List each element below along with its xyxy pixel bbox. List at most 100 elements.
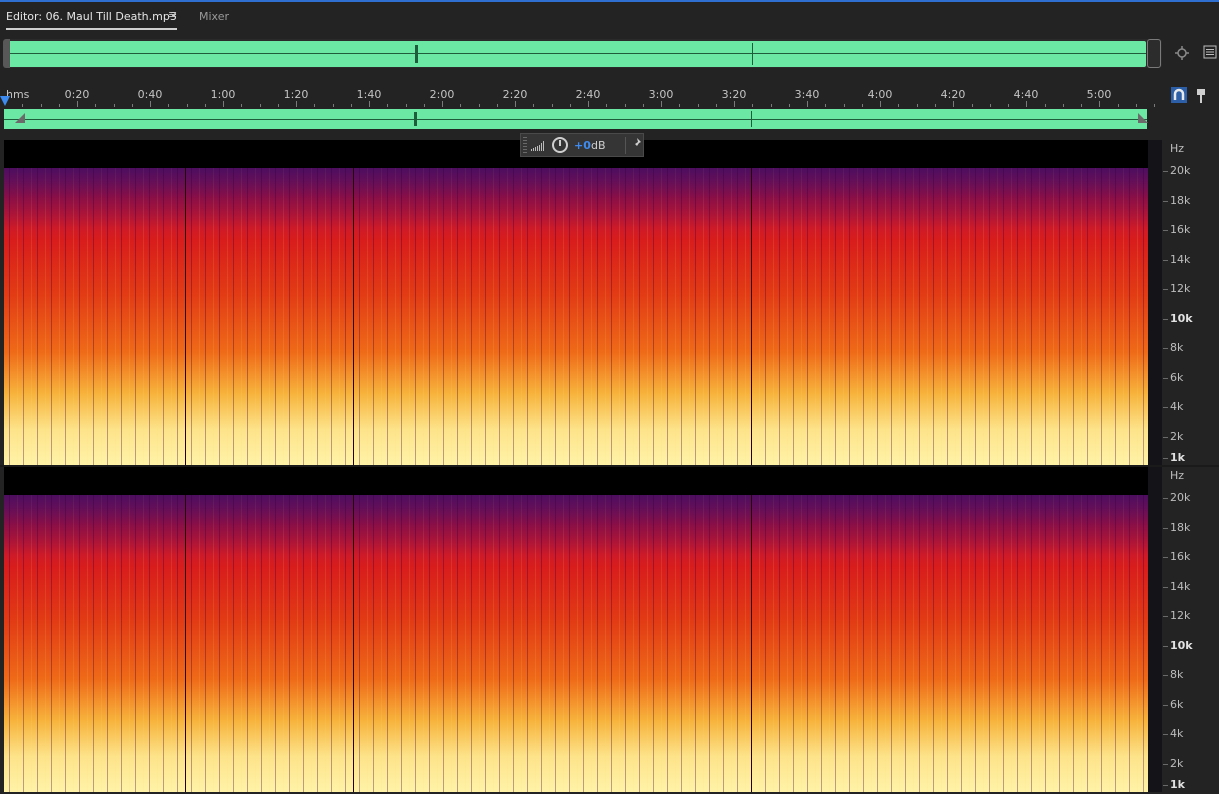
gain-knob[interactable] bbox=[552, 137, 568, 153]
ruler-minor-tick bbox=[22, 104, 23, 107]
tab-menu-icon[interactable]: ≡ bbox=[168, 8, 177, 21]
ruler-minor-tick bbox=[95, 104, 96, 107]
ruler-time-label: 3:00 bbox=[648, 88, 674, 101]
overview-left-handle[interactable] bbox=[3, 39, 10, 68]
hz-tick-mark bbox=[1163, 764, 1168, 765]
ruler-minor-tick bbox=[552, 104, 553, 107]
ruler-minor-tick bbox=[533, 104, 534, 107]
hz-tick-label: 10k bbox=[1170, 312, 1193, 325]
hz-tick-mark bbox=[1163, 498, 1168, 499]
hz-tick-label: 16k bbox=[1170, 223, 1191, 236]
ruler-minor-tick bbox=[752, 104, 753, 107]
overview-waveform[interactable] bbox=[7, 41, 1146, 67]
ruler-minor-tick bbox=[1045, 104, 1046, 107]
hz-tick-label: 14k bbox=[1170, 580, 1191, 593]
ruler-major-tick bbox=[807, 101, 808, 107]
ruler-time-label: 2:00 bbox=[429, 88, 455, 101]
ruler-minor-tick bbox=[1008, 104, 1009, 107]
hz-tick-label: 20k bbox=[1170, 491, 1191, 504]
ruler-minor-tick bbox=[698, 104, 699, 107]
zoom-navigator-icon[interactable] bbox=[1174, 45, 1190, 64]
marker-pin-icon[interactable] bbox=[1195, 88, 1207, 107]
hz-tick-mark bbox=[1163, 230, 1168, 231]
hz-tick-label: 4k bbox=[1170, 727, 1184, 740]
ruler-minor-tick bbox=[898, 104, 899, 107]
hz-tick-mark bbox=[1163, 646, 1168, 647]
spectral-display-channel-1[interactable] bbox=[4, 140, 1162, 465]
ruler-minor-tick bbox=[917, 104, 918, 107]
hud-grip-handle[interactable] bbox=[523, 137, 527, 153]
gain-value[interactable]: +0 bbox=[574, 139, 591, 152]
ruler-major-tick bbox=[1026, 101, 1027, 107]
ruler-minor-tick bbox=[59, 104, 60, 107]
ruler-minor-tick bbox=[479, 104, 480, 107]
hz-tick-label: 14k bbox=[1170, 253, 1191, 266]
hz-unit-label: Hz bbox=[1170, 142, 1185, 155]
ruler-minor-tick bbox=[406, 104, 407, 107]
panel-menu-icon[interactable] bbox=[1203, 45, 1217, 62]
selection-range-bar[interactable] bbox=[4, 109, 1147, 129]
hz-tick-label: 16k bbox=[1170, 550, 1191, 563]
ruler-minor-tick bbox=[314, 104, 315, 107]
ruler-time-label: 1:40 bbox=[356, 88, 382, 101]
ruler-minor-tick bbox=[679, 104, 680, 107]
playhead-marker[interactable] bbox=[0, 96, 10, 106]
ruler-major-tick bbox=[442, 101, 443, 107]
ruler-minor-tick bbox=[497, 104, 498, 107]
ruler-minor-tick bbox=[862, 104, 863, 107]
ruler-time-label: 2:20 bbox=[502, 88, 528, 101]
ruler-minor-tick bbox=[424, 104, 425, 107]
tab-mixer[interactable]: Mixer bbox=[199, 10, 229, 23]
selection-start-handle[interactable] bbox=[15, 113, 25, 123]
hz-tick-mark bbox=[1163, 458, 1168, 459]
ruler-time-label: 3:20 bbox=[721, 88, 747, 101]
ruler-time-label: 0:20 bbox=[64, 88, 90, 101]
ruler-minor-tick bbox=[41, 104, 42, 107]
ruler-minor-tick bbox=[241, 104, 242, 107]
hz-tick-mark bbox=[1163, 785, 1168, 786]
hz-tick-mark bbox=[1163, 289, 1168, 290]
hz-tick-label: 2k bbox=[1170, 430, 1184, 443]
hz-tick-mark bbox=[1163, 616, 1168, 617]
magnet-snap-icon[interactable] bbox=[1171, 87, 1187, 106]
hz-tick-mark bbox=[1163, 201, 1168, 202]
ruler-minor-tick bbox=[625, 104, 626, 107]
pin-hud-icon[interactable] bbox=[631, 138, 641, 153]
ruler-minor-tick bbox=[789, 104, 790, 107]
hz-tick-mark bbox=[1163, 437, 1168, 438]
hz-tick-label: 6k bbox=[1170, 371, 1184, 384]
ruler-minor-tick bbox=[205, 104, 206, 107]
hz-tick-label: 1k bbox=[1170, 451, 1185, 464]
tab-editor[interactable]: Editor: 06. Maul Till Death.mp3 bbox=[6, 10, 177, 23]
ruler-minor-tick bbox=[114, 104, 115, 107]
ruler-minor-tick bbox=[935, 104, 936, 107]
ruler-major-tick bbox=[953, 101, 954, 107]
level-meter-icon bbox=[531, 141, 547, 151]
ruler-major-tick bbox=[223, 101, 224, 107]
ruler-major-tick bbox=[880, 101, 881, 107]
ruler-major-tick bbox=[588, 101, 589, 107]
hz-tick-label: 12k bbox=[1170, 609, 1191, 622]
ruler-minor-tick bbox=[1063, 104, 1064, 107]
tab-active-underline bbox=[6, 28, 177, 30]
ruler-minor-tick bbox=[1118, 104, 1119, 107]
selection-end-handle[interactable] bbox=[1138, 113, 1148, 123]
overview-right-handle[interactable] bbox=[1147, 39, 1161, 68]
ruler-minor-tick bbox=[606, 104, 607, 107]
hz-tick-mark bbox=[1163, 378, 1168, 379]
ruler-minor-tick bbox=[844, 104, 845, 107]
gain-hud[interactable]: +0 dB bbox=[520, 133, 644, 157]
spectral-display-channel-2[interactable] bbox=[4, 467, 1162, 792]
hz-tick-mark bbox=[1163, 171, 1168, 172]
hz-tick-label: 20k bbox=[1170, 164, 1191, 177]
hz-tick-label: 8k bbox=[1170, 341, 1184, 354]
gain-unit: dB bbox=[591, 139, 606, 152]
ruler-time-label: 2:40 bbox=[575, 88, 601, 101]
ruler-time-label: 1:00 bbox=[210, 88, 236, 101]
ruler-major-tick bbox=[1099, 101, 1100, 107]
ruler-minor-tick bbox=[187, 104, 188, 107]
ruler-time-label: 4:00 bbox=[867, 88, 893, 101]
ruler-minor-tick bbox=[132, 104, 133, 107]
ruler-minor-tick bbox=[260, 104, 261, 107]
hud-separator bbox=[625, 137, 626, 154]
